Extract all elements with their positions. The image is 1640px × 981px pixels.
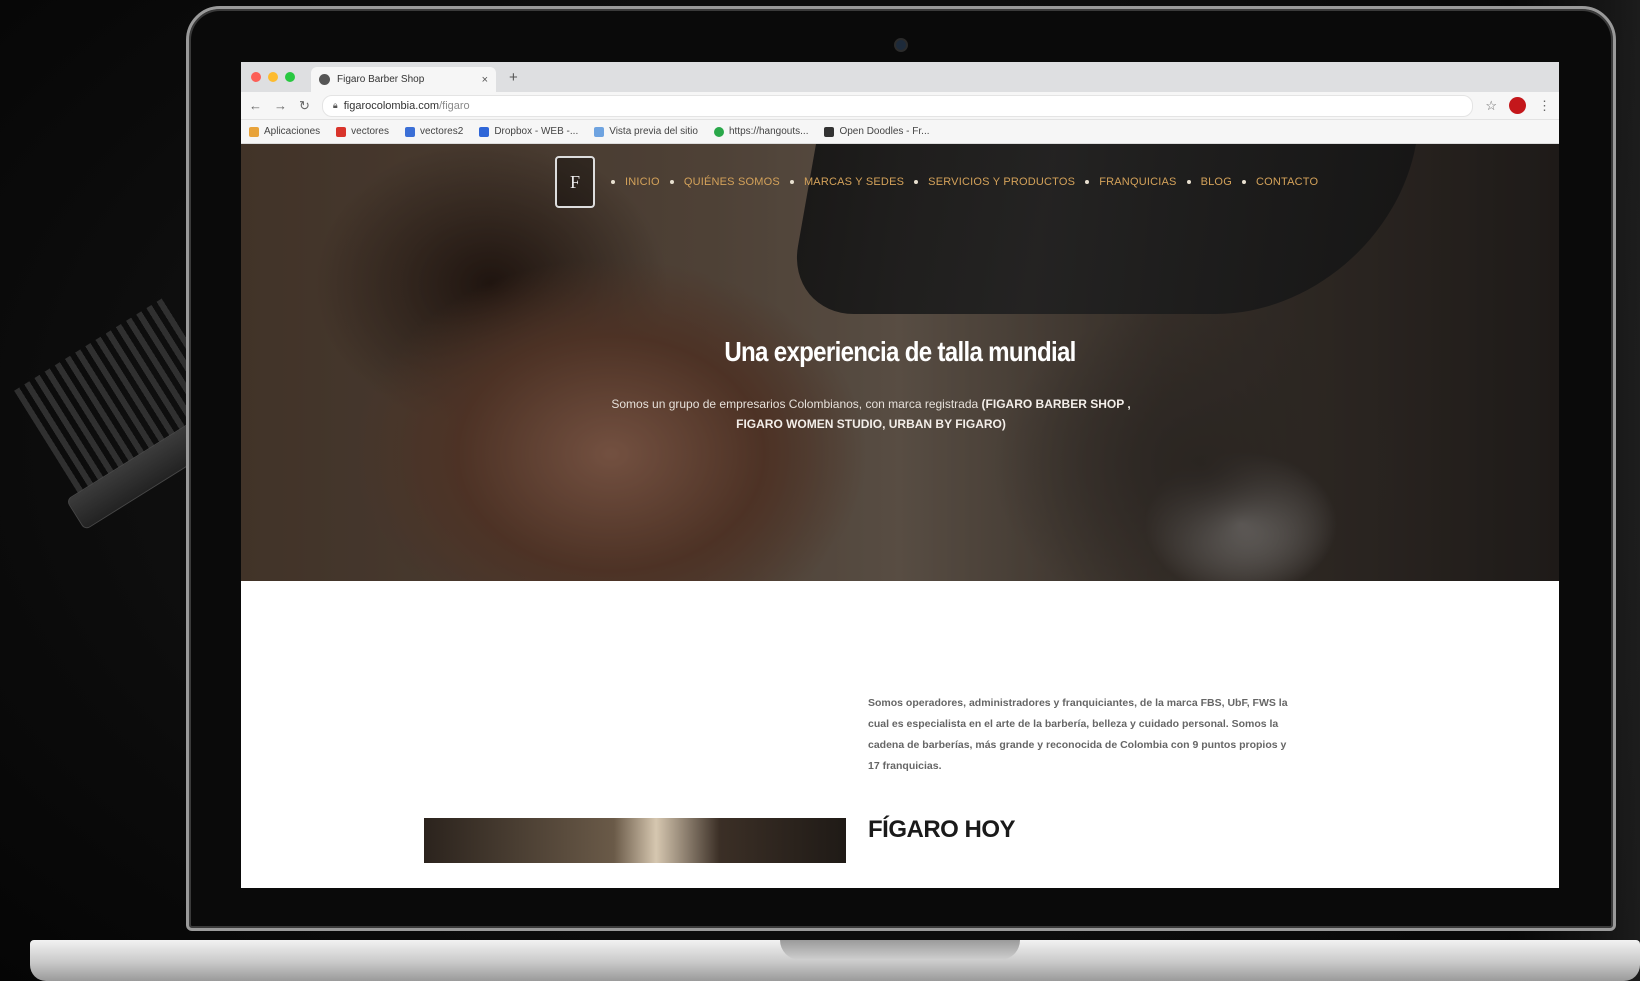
nav-item-franquicias[interactable]: Franquicias [1085, 176, 1176, 188]
dropbox-icon [479, 126, 490, 137]
nav-bullet [789, 180, 794, 184]
url-path: /figaro [439, 99, 470, 112]
close-tab-icon[interactable]: × [482, 74, 488, 86]
nav-item-marcas-y-sedes[interactable]: Marcas y sedes [789, 176, 904, 188]
nav-bullet [1085, 180, 1090, 184]
hero-title: Una experiencia de talla mundial [724, 336, 1076, 367]
hero-banner: F Inicio Quiénes Somos Marcas y sedes Se… [241, 144, 1559, 581]
hero-subtitle-text: Somos un grupo de empresarios Colombiano… [611, 397, 982, 411]
profile-avatar[interactable] [1509, 97, 1526, 114]
bookmark-item[interactable]: https://hangouts... [713, 126, 808, 137]
bookmark-item[interactable]: vectores [336, 126, 389, 137]
nav-item-contacto[interactable]: Contacto [1241, 176, 1318, 188]
bookmark-icon [404, 126, 415, 137]
browser-tabbar: Figaro Barber Shop × + [241, 62, 1559, 92]
tab-title: Figaro Barber Shop [337, 74, 425, 85]
doodles-icon [824, 126, 835, 137]
nav-bullet [1241, 180, 1246, 184]
bookmark-item[interactable]: Open Doodles - Fr... [824, 126, 930, 137]
window-controls [251, 72, 295, 82]
section-title: FÍGARO HOY [868, 816, 1016, 843]
nav-item-servicios[interactable]: Servicios y productos [914, 176, 1075, 188]
hangouts-icon [713, 126, 724, 137]
zoom-window-button[interactable] [285, 72, 295, 82]
apps-icon [249, 126, 259, 137]
nav-bullet [914, 180, 919, 184]
site-favicon-icon [319, 74, 330, 85]
bookmark-item[interactable]: Vista previa del sitio [594, 126, 698, 137]
main-content: Somos operadores, administradores y fran… [241, 581, 1559, 863]
bookmark-item[interactable]: Aplicaciones [249, 126, 320, 137]
webcam-icon [894, 38, 908, 52]
preview-icon [594, 126, 605, 137]
bookmark-star-icon[interactable]: ☆ [1485, 98, 1497, 114]
bookmarks-bar: Aplicaciones vectores vectores2 Dropbox … [241, 120, 1559, 144]
nav-bullet [1186, 180, 1191, 184]
about-paragraph: Somos operadores, administradores y fran… [868, 697, 1288, 772]
nav-item-blog[interactable]: Blog [1186, 176, 1232, 188]
forward-arrow-icon[interactable]: → [274, 98, 287, 113]
lock-icon: 🔒︎ [332, 100, 338, 110]
laptop-screen: Figaro Barber Shop × + ← → ↻ 🔒︎ figaroco… [241, 62, 1559, 888]
address-bar[interactable]: 🔒︎ figarocolombia.com/figaro [321, 94, 1474, 117]
nav-bullet [669, 180, 674, 184]
nav-item-quienes-somos[interactable]: Quiénes Somos [669, 176, 780, 188]
browser-toolbar: ← → ↻ 🔒︎ figarocolombia.com/figaro ☆ ⋮ [241, 92, 1559, 120]
shop-photo [424, 818, 846, 863]
site-logo[interactable]: F [555, 156, 595, 208]
nav-item-inicio[interactable]: Inicio [611, 176, 660, 188]
bookmark-item[interactable]: vectores2 [404, 126, 463, 137]
close-window-button[interactable] [251, 72, 261, 82]
bookmark-icon [336, 126, 347, 137]
nav-bullet [611, 180, 615, 184]
browser-tab[interactable]: Figaro Barber Shop × [311, 67, 496, 92]
hero-subtitle: Somos un grupo de empresarios Colombiano… [601, 394, 1141, 434]
site-navigation: F Inicio Quiénes Somos Marcas y sedes Se… [555, 156, 1318, 208]
menu-kebab-icon[interactable]: ⋮ [1538, 98, 1551, 114]
minimize-window-button[interactable] [268, 72, 278, 82]
back-arrow-icon[interactable]: ← [249, 98, 262, 113]
new-tab-button[interactable]: + [509, 69, 518, 86]
reload-icon[interactable]: ↻ [299, 98, 310, 114]
bookmark-item[interactable]: Dropbox - WEB -... [479, 126, 578, 137]
laptop-notch [780, 940, 1020, 960]
url-domain: figarocolombia.com [343, 99, 440, 112]
